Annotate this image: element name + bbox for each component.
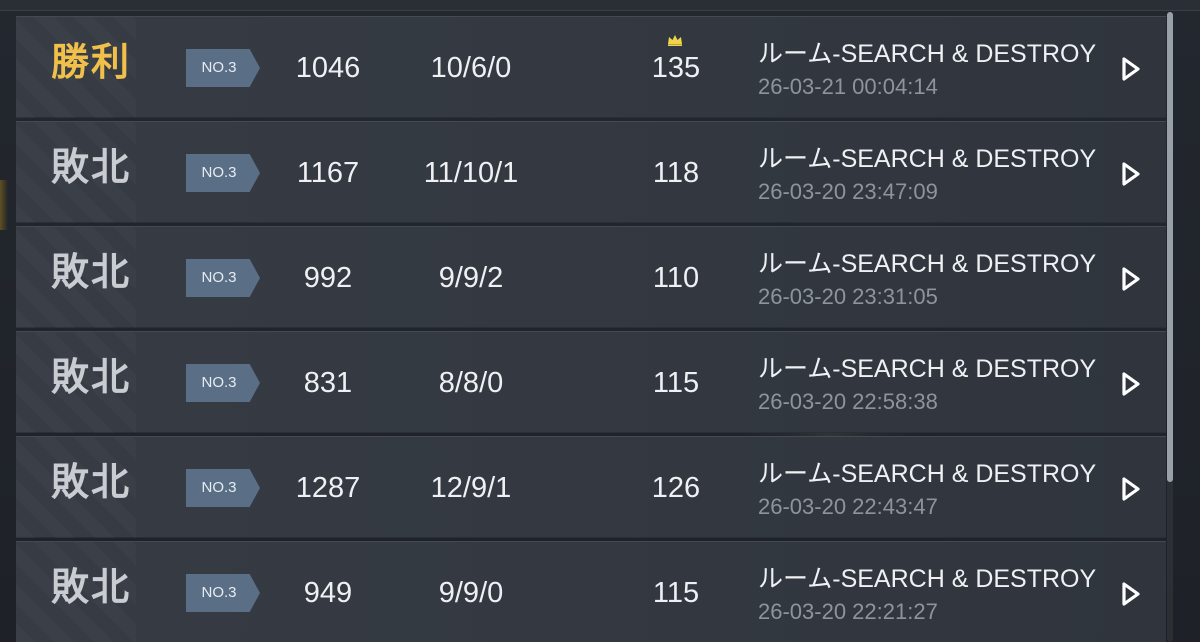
match-points: 135 [651,52,701,84]
match-points: 118 [652,157,700,189]
match-mode: ルーム-SEARCH & DESTROY [758,460,1097,488]
match-mode: ルーム-SEARCH & DESTROY [758,355,1097,383]
match-result: 敗北 [51,567,132,609]
rank-badge: NO.3 [186,259,260,297]
match-history-screen: 勝利 NO.3 1046 10/6/0 135 ルーム-SEARCH & DES… [0,0,1200,642]
match-mode: ルーム-SEARCH & DESTROY [758,565,1097,593]
play-icon[interactable] [1120,580,1142,608]
match-kda: 9/9/0 [438,577,504,609]
match-row[interactable]: 敗北 NO.3 1287 12/9/1 126 ルーム-SEARCH & DES… [16,436,1166,538]
match-kda: 11/10/1 [423,157,519,189]
match-time: 26-03-20 22:21:27 [758,599,938,624]
match-row[interactable]: 敗北 NO.3 949 9/9/0 115 ルーム-SEARCH & DESTR… [16,541,1166,642]
rank-badge: NO.3 [186,469,260,507]
match-result: 敗北 [51,252,132,294]
play-icon[interactable] [1120,370,1142,398]
match-kda: 8/8/0 [438,367,504,399]
rank-badge: NO.3 [186,154,260,192]
match-score: 1046 [295,52,361,84]
match-points: 115 [652,577,700,609]
match-result: 敗北 [51,147,132,189]
match-score: 831 [303,367,353,399]
match-kda: 12/9/1 [430,472,512,504]
match-time: 26-03-21 00:04:14 [758,74,938,99]
play-icon[interactable] [1120,475,1142,503]
match-mode: ルーム-SEARCH & DESTROY [758,145,1097,173]
match-points: 115 [652,367,700,399]
match-mode: ルーム-SEARCH & DESTROY [758,40,1097,68]
play-icon[interactable] [1120,265,1142,293]
left-edge-highlight [0,180,8,230]
match-row[interactable]: 勝利 NO.3 1046 10/6/0 135 ルーム-SEARCH & DES… [16,16,1166,118]
match-score: 1167 [296,157,360,189]
match-result: 敗北 [51,462,132,504]
match-score: 992 [303,262,353,294]
match-kda: 9/9/2 [438,262,504,294]
match-points: 126 [651,472,701,504]
match-time: 26-03-20 22:58:38 [758,389,938,414]
play-icon[interactable] [1120,160,1142,188]
match-row[interactable]: 敗北 NO.3 1167 11/10/1 118 ルーム-SEARCH & DE… [16,121,1166,223]
match-row[interactable]: 敗北 NO.3 992 9/9/2 110 ルーム-SEARCH & DESTR… [16,226,1166,328]
match-score: 949 [303,577,353,609]
match-row[interactable]: 敗北 NO.3 831 8/8/0 115 ルーム-SEARCH & DESTR… [16,331,1166,433]
match-history-list: 勝利 NO.3 1046 10/6/0 135 ルーム-SEARCH & DES… [16,16,1166,642]
match-score: 1287 [295,472,361,504]
rank-badge: NO.3 [186,364,260,402]
scrollbar-thumb[interactable] [1167,12,1173,482]
match-time: 26-03-20 23:47:09 [758,179,938,204]
match-time: 26-03-20 22:43:47 [758,494,938,519]
match-kda: 10/6/0 [430,52,512,84]
match-result: 勝利 [51,42,132,84]
match-time: 26-03-20 23:31:05 [758,284,938,309]
play-icon[interactable] [1120,55,1142,83]
rank-badge: NO.3 [186,49,260,87]
match-points: 110 [652,262,700,294]
rank-badge: NO.3 [186,574,260,612]
match-mode: ルーム-SEARCH & DESTROY [758,250,1097,278]
match-result: 敗北 [51,357,132,399]
top-header-strip [0,0,1200,11]
